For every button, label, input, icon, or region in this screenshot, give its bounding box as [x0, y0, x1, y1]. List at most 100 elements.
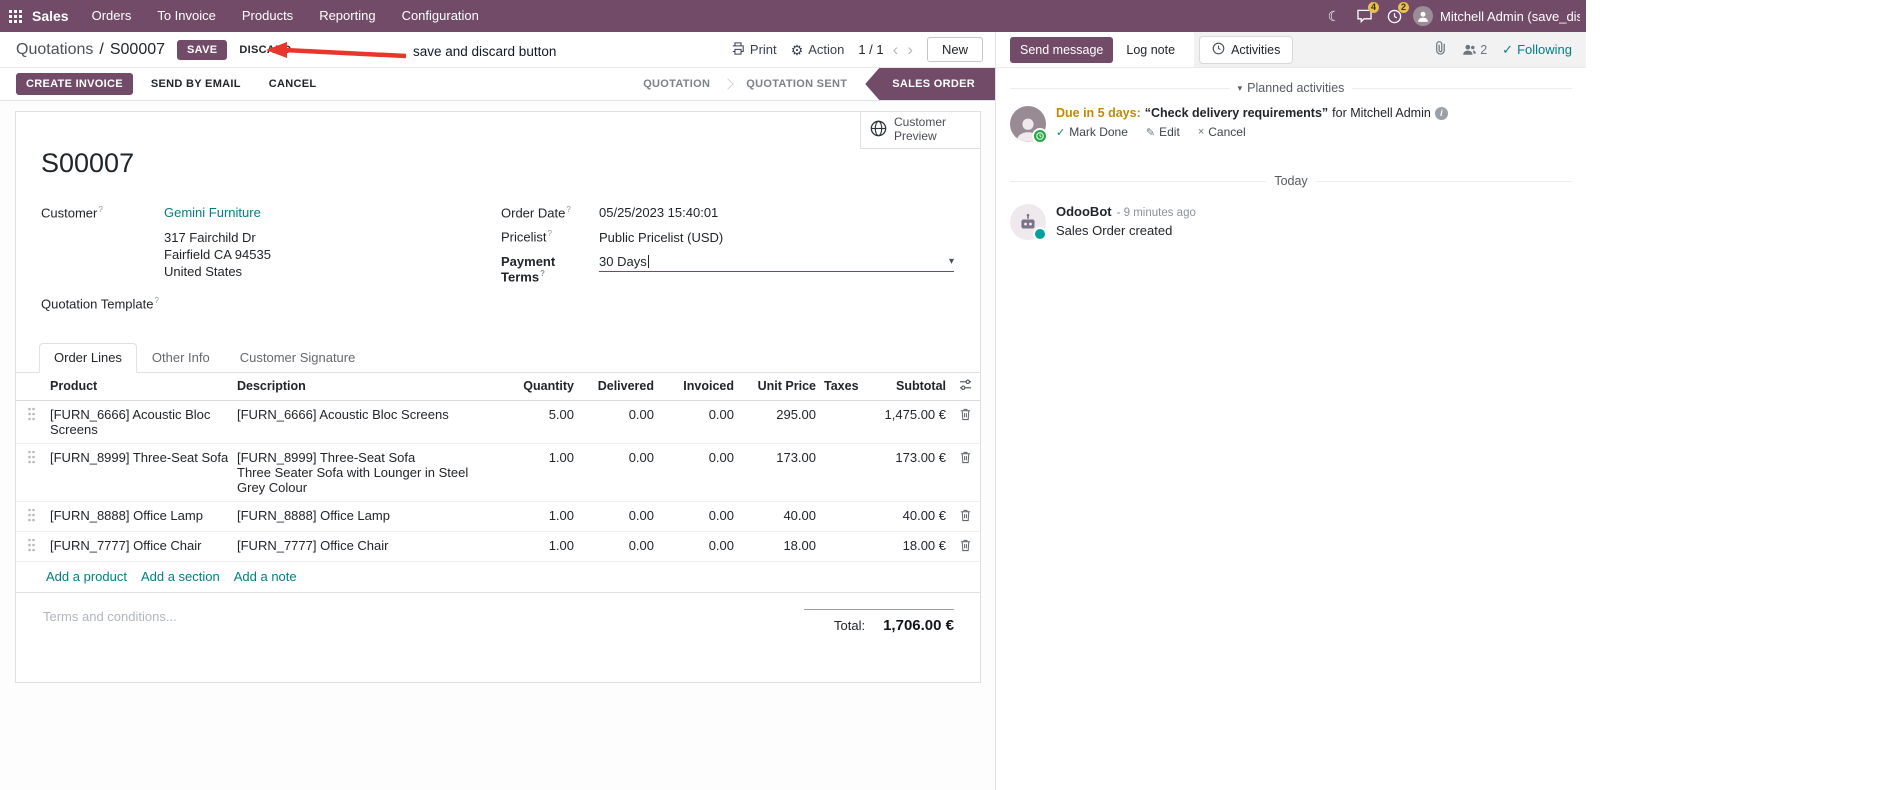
description-cell[interactable]: [FURN_6666] Acoustic Bloc Screens — [233, 400, 503, 444]
discard-button[interactable]: DISCARD — [231, 40, 299, 60]
info-icon[interactable]: i — [1434, 106, 1448, 120]
delete-row-icon[interactable] — [950, 400, 980, 444]
delete-row-icon[interactable] — [950, 531, 980, 562]
message-author[interactable]: OdooBot — [1056, 204, 1112, 219]
subtotal-cell[interactable]: 18.00 € — [875, 531, 950, 562]
breadcrumb-quotations[interactable]: Quotations — [16, 41, 93, 59]
unit-price-cell[interactable]: 173.00 — [738, 443, 820, 502]
delete-row-icon[interactable] — [950, 501, 980, 532]
column-unit-price[interactable]: Unit Price — [738, 372, 820, 401]
activities-clock-icon[interactable]: 2 — [1379, 0, 1409, 32]
payment-terms-field[interactable]: 30 Days ▾ — [599, 254, 954, 272]
edit-activity-button[interactable]: ✎ Edit — [1146, 125, 1180, 139]
user-menu[interactable]: Mitchell Admin (save_discar — [1409, 6, 1584, 26]
taxes-cell[interactable] — [820, 443, 875, 502]
quantity-cell[interactable]: 1.00 — [503, 501, 578, 532]
taxes-cell[interactable] — [820, 531, 875, 562]
description-cell[interactable]: [FURN_8999] Three-Seat Sofa Three Seater… — [233, 443, 503, 502]
column-invoiced[interactable]: Invoiced — [658, 372, 738, 401]
delivered-cell[interactable]: 0.00 — [578, 443, 658, 502]
table-row[interactable]: [FURN_6666] Acoustic Bloc Screens [FURN_… — [16, 400, 980, 444]
column-product[interactable]: Product — [46, 372, 233, 401]
planned-activities-toggle[interactable]: ▾ Planned activities — [1238, 81, 1345, 95]
quantity-cell[interactable]: 1.00 — [503, 531, 578, 562]
unit-price-cell[interactable]: 295.00 — [738, 400, 820, 444]
menu-reporting[interactable]: Reporting — [306, 0, 388, 32]
product-cell[interactable]: [FURN_7777] Office Chair — [46, 531, 233, 562]
tab-other-info[interactable]: Other Info — [137, 343, 225, 373]
action-button[interactable]: ⚙ Action — [791, 42, 845, 57]
payment-terms-dropdown-icon[interactable]: ▾ — [949, 256, 954, 267]
activities-tab[interactable]: Activities — [1199, 35, 1294, 64]
following-button[interactable]: ✓ Following — [1502, 42, 1572, 58]
subtotal-cell[interactable]: 1,475.00 € — [875, 400, 950, 444]
description-cell[interactable]: [FURN_7777] Office Chair — [233, 531, 503, 562]
taxes-cell[interactable] — [820, 501, 875, 532]
invoiced-cell[interactable]: 0.00 — [658, 400, 738, 444]
delivered-cell[interactable]: 0.00 — [578, 501, 658, 532]
customer-address-line[interactable]: Fairfield CA 94535 — [164, 246, 501, 263]
invoiced-cell[interactable]: 0.00 — [658, 443, 738, 502]
send-by-email-button[interactable]: SEND BY EMAIL — [141, 73, 251, 95]
description-cell[interactable]: [FURN_8888] Office Lamp — [233, 501, 503, 532]
pager-next-icon[interactable]: › — [907, 41, 913, 58]
mark-done-button[interactable]: ✓ Mark Done — [1056, 125, 1128, 139]
drag-handle-icon[interactable] — [16, 400, 46, 444]
product-cell[interactable]: [FURN_8999] Three-Seat Sofa — [46, 443, 233, 502]
menu-configuration[interactable]: Configuration — [389, 0, 492, 32]
new-button[interactable]: New — [926, 37, 983, 62]
app-brand[interactable]: Sales — [30, 8, 79, 24]
tab-order-lines[interactable]: Order Lines — [39, 342, 137, 373]
optional-columns-icon[interactable] — [950, 372, 980, 401]
cancel-button[interactable]: CANCEL — [259, 73, 327, 95]
drag-handle-icon[interactable] — [16, 501, 46, 532]
invoiced-cell[interactable]: 0.00 — [658, 501, 738, 532]
create-invoice-button[interactable]: CREATE INVOICE — [16, 73, 133, 95]
menu-orders[interactable]: Orders — [79, 0, 145, 32]
quantity-cell[interactable]: 5.00 — [503, 400, 578, 444]
invoiced-cell[interactable]: 0.00 — [658, 531, 738, 562]
quantity-cell[interactable]: 1.00 — [503, 443, 578, 502]
table-row[interactable]: [FURN_7777] Office Chair [FURN_7777] Off… — [16, 531, 980, 562]
tab-customer-signature[interactable]: Customer Signature — [225, 343, 371, 373]
save-button[interactable]: SAVE — [177, 39, 228, 60]
table-row[interactable]: [FURN_8999] Three-Seat Sofa [FURN_8999] … — [16, 443, 980, 502]
delivered-cell[interactable]: 0.00 — [578, 531, 658, 562]
pager-previous-icon[interactable]: ‹ — [893, 41, 899, 58]
unit-price-cell[interactable]: 18.00 — [738, 531, 820, 562]
customer-address-line[interactable]: United States — [164, 263, 501, 280]
subtotal-cell[interactable]: 40.00 € — [875, 501, 950, 532]
message-item[interactable]: OdooBot - 9 minutes ago Sales Order crea… — [1010, 204, 1572, 241]
log-note-button[interactable]: Log note — [1117, 37, 1184, 63]
column-delivered[interactable]: Delivered — [578, 372, 658, 401]
delivered-cell[interactable]: 0.00 — [578, 400, 658, 444]
column-subtotal[interactable]: Subtotal — [875, 372, 950, 401]
table-row[interactable]: [FURN_8888] Office Lamp [FURN_8888] Offi… — [16, 501, 980, 532]
column-quantity[interactable]: Quantity — [503, 372, 578, 401]
drag-handle-icon[interactable] — [16, 443, 46, 502]
product-cell[interactable]: [FURN_8888] Office Lamp — [46, 501, 233, 532]
subtotal-cell[interactable]: 173.00 € — [875, 443, 950, 502]
cancel-activity-button[interactable]: × Cancel — [1198, 125, 1246, 139]
order-date-field[interactable]: 05/25/2023 15:40:01 — [599, 205, 718, 220]
drag-handle-icon[interactable] — [16, 531, 46, 562]
followers-button[interactable]: 2 — [1462, 43, 1487, 57]
add-product-link[interactable]: Add a product — [46, 569, 127, 584]
product-cell[interactable]: [FURN_6666] Acoustic Bloc Screens — [46, 400, 233, 444]
menu-to-invoice[interactable]: To Invoice — [144, 0, 229, 32]
pricelist-field[interactable]: Public Pricelist (USD) — [599, 230, 723, 245]
unit-price-cell[interactable]: 40.00 — [738, 501, 820, 532]
print-button[interactable]: Print — [731, 41, 777, 58]
messages-icon[interactable]: 4 — [1349, 0, 1379, 32]
stage-sales-order[interactable]: SALES ORDER — [865, 68, 995, 100]
add-section-link[interactable]: Add a section — [141, 569, 220, 584]
delete-row-icon[interactable] — [950, 443, 980, 502]
stage-quotation[interactable]: QUOTATION — [630, 68, 723, 100]
record-title[interactable]: S00007 — [41, 148, 980, 179]
dark-mode-moon-icon[interactable]: ☾ — [1319, 0, 1349, 32]
column-description[interactable]: Description — [233, 372, 503, 401]
menu-products[interactable]: Products — [229, 0, 306, 32]
send-message-button[interactable]: Send message — [1010, 36, 1114, 63]
customer-address-line[interactable]: 317 Fairchild Dr — [164, 229, 501, 246]
add-note-link[interactable]: Add a note — [234, 569, 297, 584]
